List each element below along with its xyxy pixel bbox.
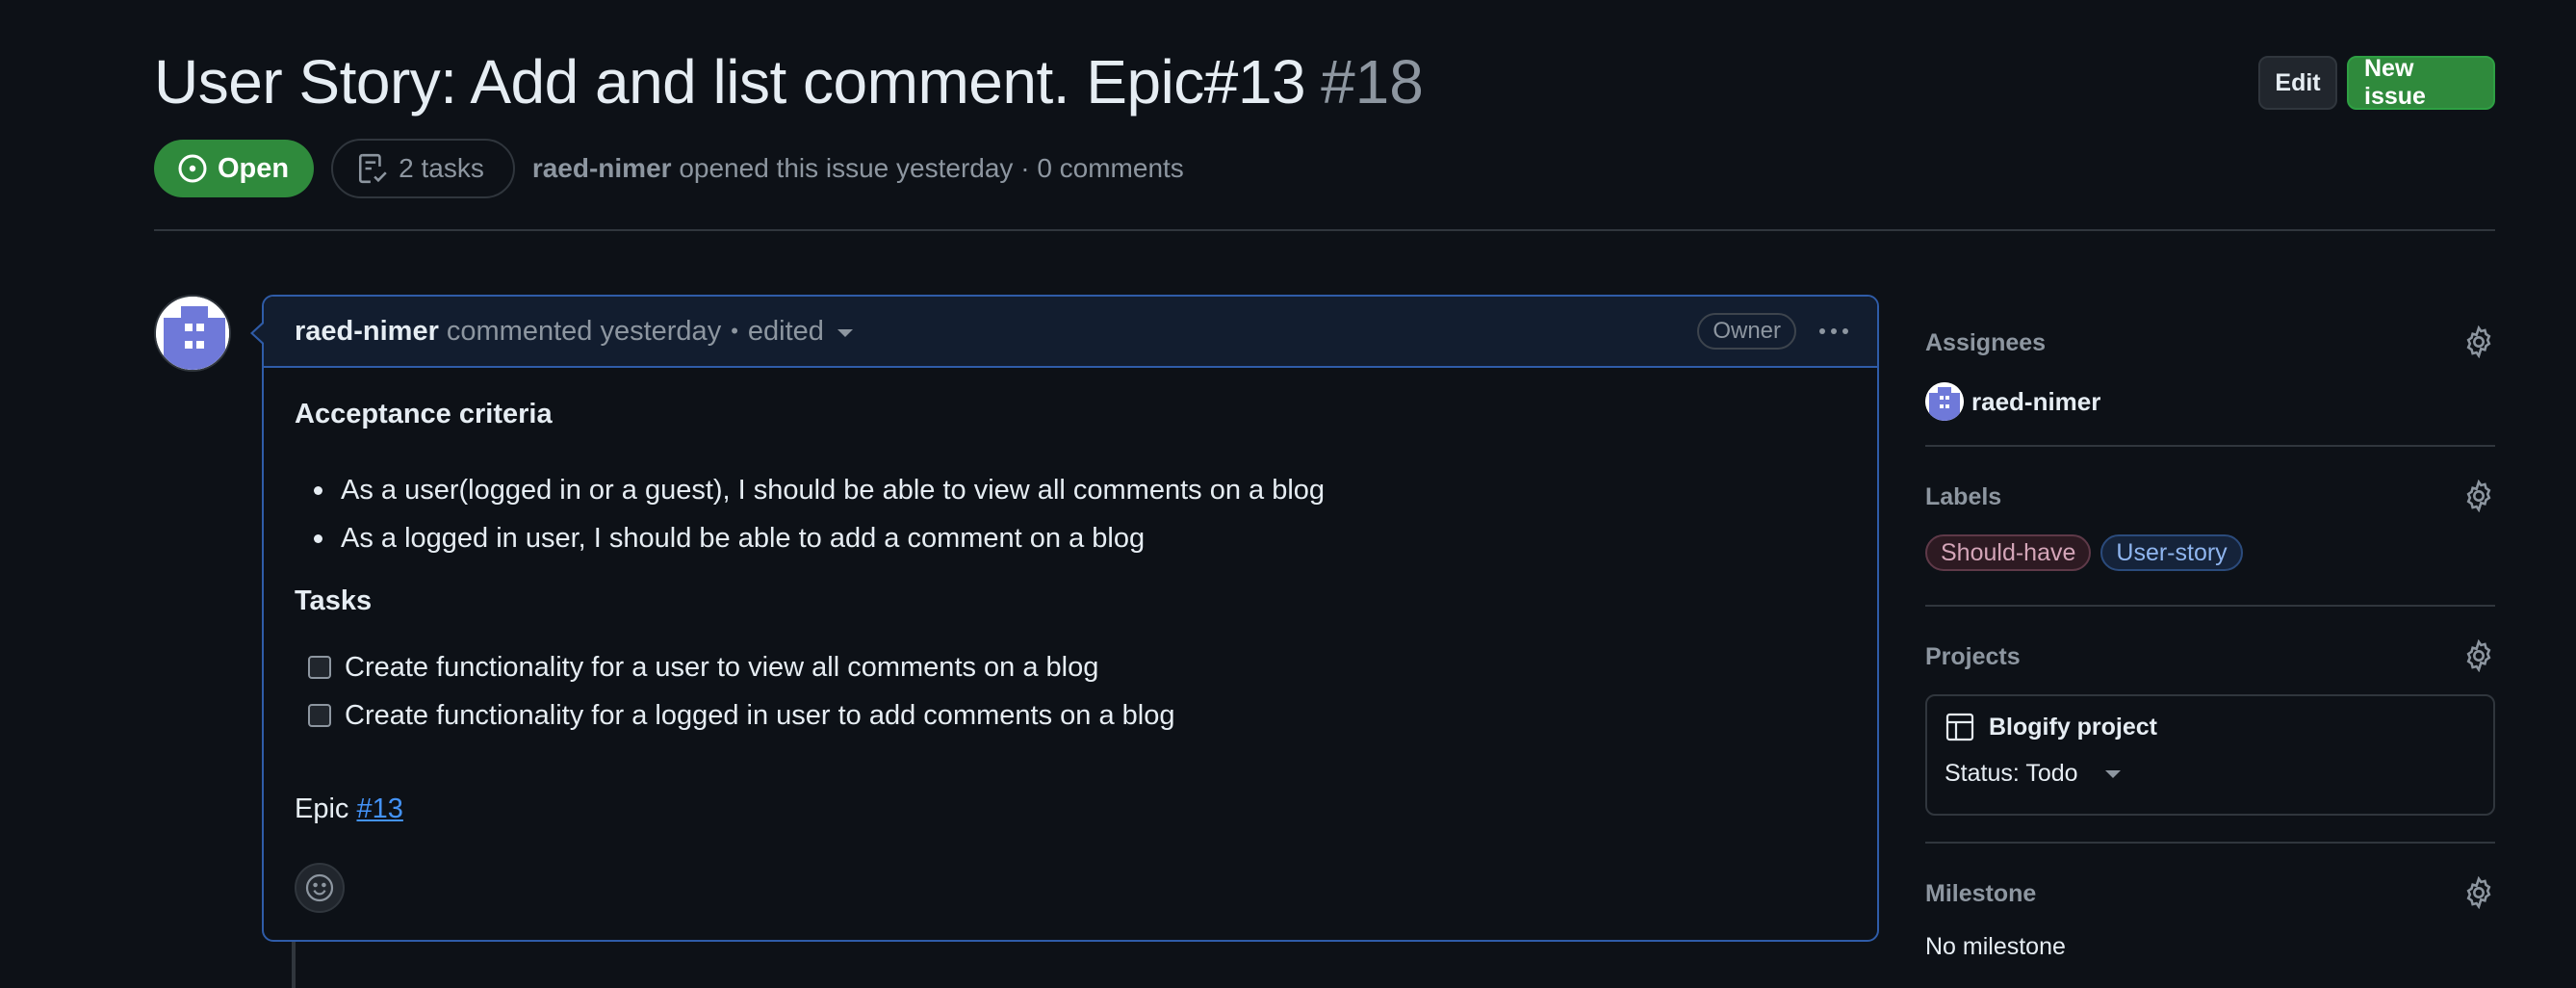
identicon-icon — [1925, 382, 1964, 421]
edit-button[interactable]: Edit — [2258, 56, 2337, 110]
issue-author-link[interactable]: raed-nimer — [532, 153, 672, 183]
acceptance-list: As a user(logged in or a guest), I shoul… — [295, 466, 1325, 562]
table-icon — [1945, 713, 1974, 741]
comment-author-link[interactable]: raed-nimer — [295, 316, 439, 348]
assignee-row[interactable]: raed-nimer — [1925, 382, 2495, 421]
task-label: Create functionality for a logged in use… — [345, 699, 1175, 731]
avatar[interactable] — [154, 295, 231, 372]
issue-number: #18 — [1321, 47, 1424, 117]
checklist-icon — [359, 153, 387, 184]
identicon-icon — [156, 297, 229, 370]
assignees-section: Assignees raed-nimer — [1925, 325, 2495, 421]
epic-reference: Epic #13 — [295, 793, 403, 825]
list-item: As a user(logged in or a guest), I shoul… — [295, 466, 1325, 514]
edited-label: edited — [747, 315, 824, 347]
milestone-title: Milestone — [1925, 880, 2037, 907]
comment-arrow-inner — [253, 324, 264, 343]
project-name: Blogify project — [1989, 713, 2158, 741]
more-options-icon[interactable] — [1819, 317, 1848, 346]
issue-open-icon — [178, 154, 207, 183]
smiley-icon — [305, 873, 334, 902]
projects-title: Projects — [1925, 643, 2021, 670]
epic-link[interactable]: #13 — [356, 793, 402, 824]
assignee-avatar — [1925, 382, 1964, 421]
tasks-progress[interactable]: 2 tasks — [331, 139, 515, 198]
tasks-label: 2 tasks — [399, 153, 484, 183]
task-checkbox[interactable] — [308, 656, 331, 679]
task-item: Create functionality for a user to view … — [308, 643, 1174, 691]
add-reaction-button[interactable] — [295, 863, 345, 913]
gear-icon[interactable] — [2462, 639, 2495, 672]
project-status-label: Status: Todo — [1945, 760, 2078, 787]
header-divider — [154, 229, 2495, 231]
acceptance-heading: Acceptance criteria — [295, 399, 553, 429]
milestone-section: Milestone No milestone — [1925, 876, 2495, 961]
issue-title: User Story: Add and list comment. Epic#1… — [154, 47, 1306, 117]
comment-header: raed-nimer commented yesterday • edited … — [264, 297, 1877, 368]
new-issue-button[interactable]: New issue — [2347, 55, 2495, 110]
edited-dropdown[interactable]: edited — [748, 316, 853, 348]
project-card[interactable]: Blogify project Status: Todo — [1925, 694, 2495, 816]
labels-title: Labels — [1925, 483, 2002, 510]
gear-icon[interactable] — [2462, 480, 2495, 512]
assignee-name: raed-nimer — [1971, 386, 2101, 416]
project-name-row: Blogify project — [1945, 712, 2476, 742]
owner-badge: Owner — [1697, 313, 1796, 350]
issue-comment: raed-nimer commented yesterday • edited … — [262, 295, 1879, 942]
issue-meta: Open 2 tasks raed-nimer opened this issu… — [154, 139, 1184, 198]
chevron-down-icon — [2104, 769, 2121, 778]
chevron-down-icon — [837, 329, 853, 337]
sidebar-divider — [1925, 605, 2495, 607]
task-checkbox[interactable] — [308, 704, 331, 727]
task-item: Create functionality for a logged in use… — [308, 691, 1174, 740]
comment-timestamp[interactable]: commented yesterday — [447, 316, 721, 348]
sidebar-divider — [1925, 445, 2495, 447]
state-label: Open — [218, 152, 290, 184]
gear-icon[interactable] — [2462, 876, 2495, 909]
labels-list: Should-have User-story — [1925, 534, 2495, 571]
issue-header: User Story: Add and list comment. Epic#1… — [154, 46, 1424, 117]
state-badge: Open — [154, 140, 315, 197]
list-item: As a logged in user, I should be able to… — [295, 514, 1325, 562]
label-should-have[interactable]: Should-have — [1925, 534, 2092, 571]
labels-section: Labels Should-have User-story — [1925, 480, 2495, 571]
tasks-heading: Tasks — [295, 585, 373, 616]
epic-prefix: Epic — [295, 793, 349, 824]
projects-section: Projects Blogify project Status: Todo — [1925, 639, 2495, 816]
header-actions: Edit New issue — [2258, 55, 2495, 110]
separator-dot: • — [731, 319, 738, 343]
assignees-title: Assignees — [1925, 329, 2047, 356]
task-label: Create functionality for a user to view … — [345, 651, 1099, 683]
issue-page: User Story: Add and list comment. Epic#1… — [0, 0, 2576, 988]
timeline-line — [292, 942, 296, 988]
label-user-story[interactable]: User-story — [2100, 534, 2243, 571]
milestone-value: No milestone — [1925, 933, 2066, 960]
gear-icon[interactable] — [2462, 325, 2495, 358]
project-status-dropdown[interactable]: Status: Todo — [1945, 760, 2476, 788]
sidebar-divider — [1925, 842, 2495, 844]
task-list: Create functionality for a user to view … — [308, 643, 1174, 740]
issue-meta-text: raed-nimer opened this issue yesterday ·… — [532, 153, 1184, 184]
issue-meta-detail: opened this issue yesterday · 0 comments — [679, 153, 1184, 183]
